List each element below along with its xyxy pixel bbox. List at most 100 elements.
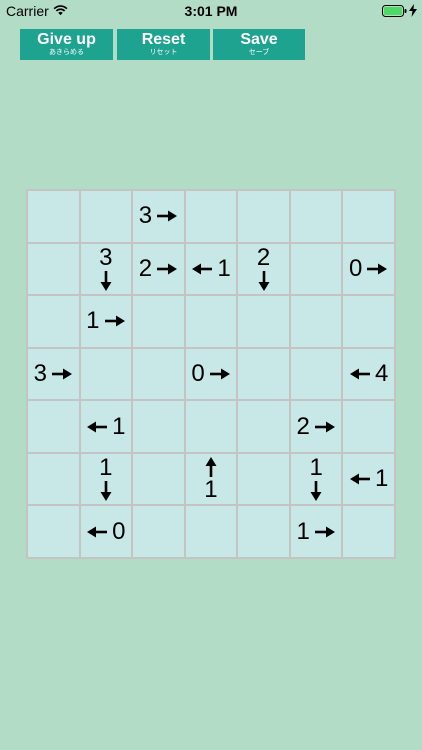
board-cell[interactable]: 0 [80,506,132,557]
clue-number: 0 [112,517,126,545]
arrow-left-icon [87,421,108,433]
puzzle-board: 332120130412111101 [26,189,396,559]
board-cell[interactable]: 1 [290,453,342,505]
clue-number: 1 [99,454,113,482]
reset-button[interactable]: Reset リセット [117,29,210,60]
clue: 3 [33,359,73,387]
board-cell[interactable] [185,401,237,452]
board-cell[interactable]: 1 [343,453,394,505]
board-cell[interactable] [238,506,289,557]
board-cell[interactable]: 2 [133,243,184,295]
board-cell[interactable] [80,191,132,242]
board-cell[interactable] [290,191,342,242]
board-cell[interactable] [133,401,184,452]
board-cell[interactable] [133,348,184,400]
board-cell[interactable] [185,506,237,557]
board-cell[interactable] [28,296,79,347]
clue-number: 3 [138,202,153,230]
arrow-down-icon [100,481,112,502]
board-cell[interactable]: 2 [290,401,342,452]
board-cell[interactable] [133,453,184,505]
give-up-button[interactable]: Give up あきらめる [20,29,113,60]
board-cell[interactable] [28,401,79,452]
clue-number: 1 [296,517,310,545]
battery-icon [382,5,407,17]
board-cell[interactable]: 0 [343,243,394,295]
clue: 1 [86,309,125,333]
clue-number: 3 [33,359,47,387]
board-cell[interactable] [238,296,289,347]
clue-number: 2 [256,243,271,271]
arrow-left-icon [350,473,371,485]
clue-number: 2 [138,254,153,282]
clue: 1 [99,456,113,502]
board-cell[interactable]: 3 [28,348,79,400]
arrow-right-icon [209,368,230,380]
board-cell[interactable] [238,453,289,505]
give-up-label: Give up [37,31,96,48]
board-cell[interactable] [290,296,342,347]
clue: 1 [349,467,388,491]
arrow-right-icon [314,421,335,433]
arrow-right-icon [157,263,178,275]
board-cell[interactable] [238,348,289,400]
board-cell[interactable] [238,191,289,242]
arrow-down-icon [258,270,270,291]
board-cell[interactable]: 2 [238,243,289,295]
clue: 2 [256,243,271,292]
board-cell[interactable]: 1 [80,401,132,452]
board-cell[interactable] [133,296,184,347]
board-cell[interactable] [28,243,79,295]
board-cell[interactable] [290,348,342,400]
arrow-down-icon [100,270,112,291]
board-cell[interactable] [290,243,342,295]
clue: 2 [296,414,335,439]
arrow-right-icon [157,210,178,222]
board-cell[interactable] [343,506,394,557]
clue-number: 0 [349,254,363,282]
board-cell[interactable] [80,348,132,400]
clue-number: 3 [99,243,113,271]
arrow-up-icon [205,457,217,478]
save-sublabel: セーブ [248,49,270,56]
clue-number: 0 [191,359,205,387]
arrow-right-icon [51,368,72,380]
board-cell[interactable] [28,453,79,505]
board-cell[interactable]: 3 [133,191,184,242]
board-cell[interactable]: 3 [80,243,132,295]
clue: 1 [191,256,231,281]
board-cell[interactable] [133,506,184,557]
board-cell[interactable] [343,401,394,452]
clue: 4 [349,361,388,386]
clue-number: 1 [112,412,126,440]
board-cell[interactable] [238,401,289,452]
clue: 2 [138,254,178,282]
arrow-right-icon [367,263,388,275]
board-cell[interactable] [28,506,79,557]
board-cell[interactable] [185,191,237,242]
clock: 3:01 PM [184,3,238,19]
board-cell[interactable]: 1 [80,453,132,505]
board-cell[interactable]: 1 [290,506,342,557]
arrow-right-icon [104,315,125,327]
board-cell[interactable]: 1 [185,243,237,295]
board-cell[interactable]: 1 [185,453,237,505]
arrow-left-icon [87,526,108,538]
board-cell[interactable]: 0 [185,348,237,400]
board-cell[interactable] [343,191,394,242]
clue: 3 [139,204,178,228]
clue-number: 1 [204,476,218,504]
board-cell[interactable]: 4 [343,348,394,400]
clue: 0 [349,254,388,282]
clue: 0 [191,359,230,387]
board-cell[interactable] [28,191,79,242]
clue: 1 [86,412,126,440]
board-cell[interactable] [185,296,237,347]
arrow-right-icon [314,526,335,538]
charging-icon [409,4,417,17]
board-cell[interactable]: 1 [80,296,132,347]
board-cell[interactable] [343,296,394,347]
save-button[interactable]: Save セーブ [213,29,305,60]
clue-number: 1 [309,454,323,482]
status-bar: Carrier 3:01 PM [0,0,422,22]
